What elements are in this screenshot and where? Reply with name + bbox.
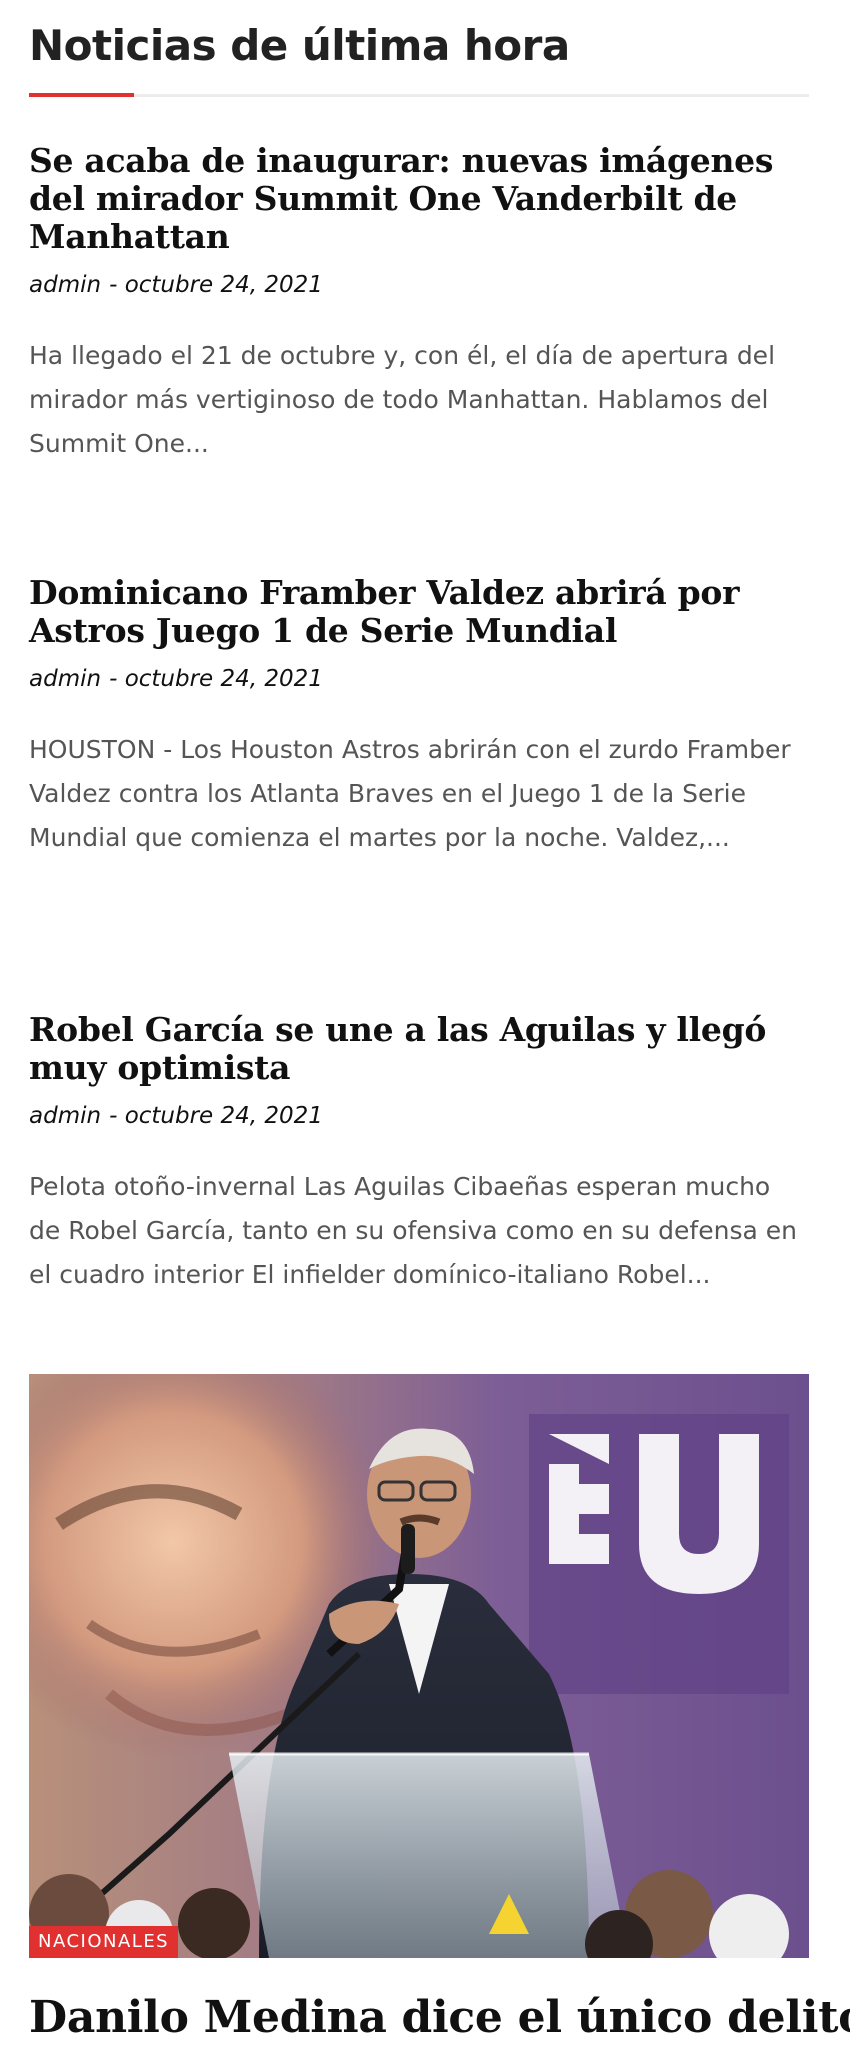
featured-image[interactable]: NACIONALES [29, 1374, 809, 1958]
article-author[interactable]: admin [29, 1103, 101, 1129]
featured-photo [29, 1374, 809, 1958]
article-excerpt: HOUSTON - Los Houston Astros abrirán con… [29, 735, 791, 852]
section-divider [29, 93, 809, 97]
article-author[interactable]: admin [29, 666, 101, 692]
article-card: Robel García se une a las Aguilas y lleg… [29, 1011, 809, 1297]
article-date: - octubre 24, 2021 [109, 272, 323, 298]
article-date: - octubre 24, 2021 [109, 666, 323, 692]
featured-title[interactable]: Danilo Medina dice el único delito [29, 1990, 850, 2046]
article-date: - octubre 24, 2021 [109, 1103, 323, 1129]
article-excerpt: Ha llegado el 21 de octubre y, con él, e… [29, 341, 776, 458]
article-title[interactable]: Se acaba de inaugurar: nuevas imágenes d… [29, 142, 809, 256]
page: Noticias de última hora Se acaba de inau… [0, 0, 850, 2048]
article-title-link[interactable]: Robel García se une a las Aguilas y lleg… [29, 1010, 766, 1087]
section-title: Noticias de última hora [29, 21, 570, 70]
category-badge[interactable]: NACIONALES [29, 1926, 179, 1958]
article-title-link[interactable]: Se acaba de inaugurar: nuevas imágenes d… [29, 141, 773, 256]
article-meta: admin - octubre 24, 2021 [29, 664, 809, 694]
article-title-link[interactable]: Dominicano Framber Valdez abrirá por Ast… [29, 573, 739, 650]
article-excerpt: Pelota otoño-invernal Las Aguilas Cibaeñ… [29, 1172, 797, 1289]
article-card: Dominicano Framber Valdez abrirá por Ast… [29, 574, 809, 860]
article-author[interactable]: admin [29, 272, 101, 298]
article-card: Se acaba de inaugurar: nuevas imágenes d… [29, 142, 809, 466]
article-title[interactable]: Dominicano Framber Valdez abrirá por Ast… [29, 574, 809, 650]
section-divider-accent [29, 93, 134, 97]
article-meta: admin - octubre 24, 2021 [29, 1101, 809, 1131]
article-title[interactable]: Robel García se une a las Aguilas y lleg… [29, 1011, 809, 1087]
article-meta: admin - octubre 24, 2021 [29, 270, 809, 300]
section-header: Noticias de última hora [29, 18, 809, 100]
